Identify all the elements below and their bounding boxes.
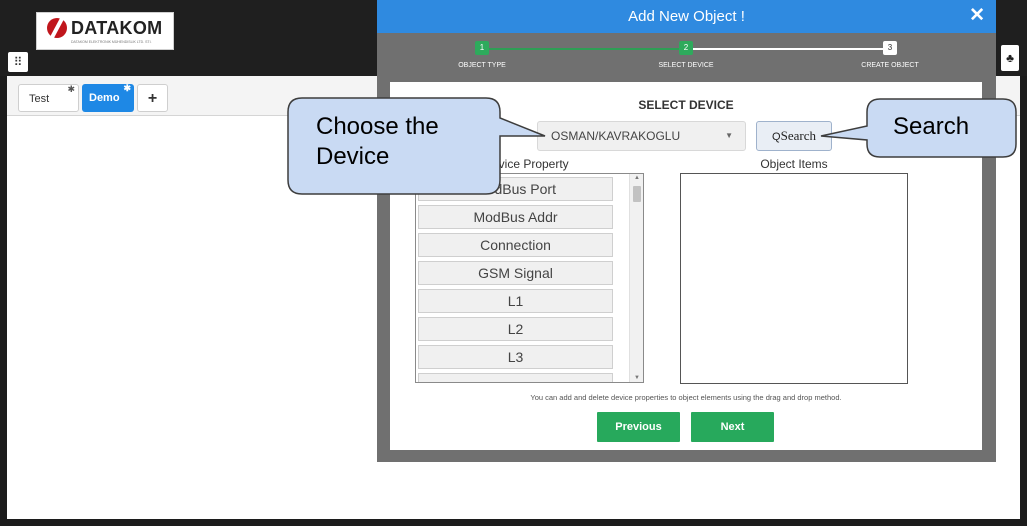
grid-icon: ⠿ [13, 55, 23, 69]
property-item[interactable] [418, 373, 613, 382]
modal-header: Add New Object ! ✕ [377, 0, 996, 33]
logo-subtitle: DATAKOM ELEKTRONIK MÜHENDISLIK LTD. STI. [71, 40, 152, 44]
tab-label: Demo [89, 92, 120, 104]
add-tab-button[interactable]: + [137, 84, 168, 112]
step-2-marker[interactable]: 2 [679, 41, 693, 55]
step-2-label: SELECT DEVICE [658, 62, 714, 69]
search-button-label: Search [780, 128, 816, 143]
wizard-stepper: 1 2 3 OBJECT TYPE SELECT DEVICE CREATE O… [377, 33, 996, 81]
device-select-value: OSMAN/KAVRAKOGLU [551, 129, 681, 143]
device-callout-line-2: Device [316, 143, 390, 170]
device-select[interactable]: OSMAN/KAVRAKOGLU ▼ [537, 121, 746, 151]
property-item[interactable]: L3 [418, 345, 613, 369]
scroll-up-icon[interactable]: ▲ [630, 175, 643, 181]
tab-test[interactable]: Test ✱ [18, 84, 79, 112]
property-item[interactable]: Connection [418, 233, 613, 257]
device-callout-text: Choose the Device [316, 112, 496, 172]
step-1-marker[interactable]: 1 [475, 41, 489, 55]
search-callout-text: Search [893, 113, 970, 140]
chevron-down-icon: ▼ [725, 131, 733, 140]
step-3-marker[interactable]: 3 [883, 41, 897, 55]
property-item[interactable]: ModBus Port [418, 177, 613, 201]
logo-text: DATAKOM [71, 18, 163, 38]
drag-drop-hint: You can add and delete device properties… [530, 393, 842, 402]
object-items-heading: Object Items [760, 157, 828, 171]
search-icon: Q [772, 131, 781, 143]
step-connector-2 [692, 48, 888, 50]
previous-button[interactable]: Previous [597, 412, 680, 442]
device-property-list[interactable]: ModBus Port ModBus Addr Connection GSM S… [415, 173, 644, 383]
search-button[interactable]: QSearch [756, 121, 832, 151]
step-connector-1 [487, 48, 683, 50]
property-item[interactable]: L2 [418, 317, 613, 341]
plus-icon: + [147, 90, 158, 107]
property-list-scrollbar[interactable]: ▲ ▼ [629, 174, 643, 382]
tab-demo[interactable]: Demo ✱ [82, 83, 134, 112]
section-title: SELECT DEVICE [638, 98, 734, 112]
tree-button[interactable]: ♣ [1001, 45, 1019, 71]
logo-mark-icon [47, 18, 67, 38]
property-item[interactable]: ModBus Addr [418, 205, 613, 229]
close-icon[interactable]: ✕ [969, 5, 985, 27]
modal-title: Add New Object ! [628, 8, 745, 25]
company-logo[interactable]: DATAKOM DATAKOM ELEKTRONIK MÜHENDISLIK L… [36, 12, 174, 50]
gear-icon[interactable]: ✱ [123, 74, 131, 102]
scroll-down-icon[interactable]: ▼ [630, 375, 643, 381]
gear-icon[interactable]: ✱ [67, 75, 75, 103]
device-callout-line-1: Choose the [316, 113, 439, 140]
tab-label: Test [29, 93, 50, 105]
object-items-dropzone[interactable] [680, 173, 908, 384]
property-item[interactable]: L1 [418, 289, 613, 313]
step-3-label: CREATE OBJECT [861, 62, 919, 69]
step-1-label: OBJECT TYPE [458, 62, 506, 69]
add-object-modal: Add New Object ! ✕ 1 2 3 OBJECT TYPE SEL… [377, 0, 996, 462]
apps-grid-button[interactable]: ⠿ [8, 52, 28, 72]
next-button[interactable]: Next [691, 412, 774, 442]
tree-icon: ♣ [1006, 51, 1014, 65]
scroll-thumb[interactable] [633, 186, 641, 202]
property-item[interactable]: GSM Signal [418, 261, 613, 285]
